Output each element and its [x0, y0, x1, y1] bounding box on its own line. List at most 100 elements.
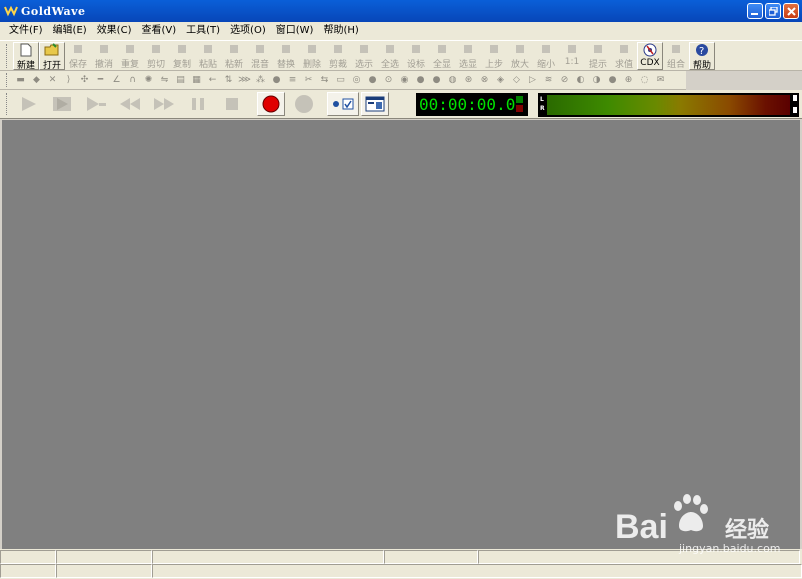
effect-tool-icon[interactable]: ▷	[525, 73, 540, 88]
toolbar-button-replace[interactable]: 替换	[273, 42, 299, 70]
effect-tool-icon[interactable]: ◈	[493, 73, 508, 88]
toolbar-button-cut[interactable]: 剪切	[143, 42, 169, 70]
toolbar-button-zoom-actual[interactable]: 1:1	[559, 42, 585, 70]
effect-tool-icon[interactable]: ◑	[589, 73, 604, 88]
effect-tool-icon[interactable]: ⇋	[157, 73, 172, 88]
toolbar-button-evaluate[interactable]: 求值	[611, 42, 637, 70]
effect-tool-icon[interactable]: ◆	[29, 73, 44, 88]
effect-tool-icon[interactable]: ▦	[189, 73, 204, 88]
effect-tool-icon[interactable]: ◇	[509, 73, 524, 88]
record-button[interactable]	[257, 92, 285, 116]
menu-item-1[interactable]: 编辑(E)	[48, 22, 92, 40]
effect-tool-icon[interactable]: ▭	[333, 73, 348, 88]
effect-tool-icon[interactable]: ◐	[573, 73, 588, 88]
toolbar-button-mix[interactable]: 混音	[247, 42, 273, 70]
status-light-green	[516, 96, 523, 103]
meter-peak-right	[793, 107, 797, 113]
effect-tool-icon[interactable]: ▬	[13, 73, 28, 88]
toolbar-button-delete[interactable]: 删除	[299, 42, 325, 70]
restore-button[interactable]	[765, 3, 781, 19]
effect-tool-icon[interactable]: ∠	[109, 73, 124, 88]
effect-tool-icon[interactable]: ⁂	[253, 73, 268, 88]
effect-tool-icon[interactable]: ●	[365, 73, 380, 88]
menu-item-3[interactable]: 查看(V)	[136, 22, 181, 40]
menu-item-5[interactable]: 选项(O)	[225, 22, 271, 40]
effect-tool-icon[interactable]: ◌	[637, 73, 652, 88]
pause-button[interactable]	[183, 92, 213, 116]
toolbar-button-cd[interactable]: CDX	[637, 41, 663, 70]
menu-item-7[interactable]: 帮助(H)	[318, 22, 363, 40]
effect-tool-icon[interactable]: ≡	[285, 73, 300, 88]
menu-item-4[interactable]: 工具(T)	[181, 22, 225, 40]
effect-tool-icon[interactable]: ⊘	[557, 73, 572, 88]
control-properties-button[interactable]	[327, 92, 359, 116]
toolbar-button-undo[interactable]: 撤消	[91, 42, 117, 70]
toolbar-button-new-file[interactable]: 新建	[13, 41, 39, 71]
title-bar[interactable]: GoldWave	[0, 0, 802, 22]
menu-item-6[interactable]: 窗口(W)	[271, 22, 319, 40]
effect-tool-icon[interactable]: ⇅	[221, 73, 236, 88]
effect-tool-icon[interactable]: ⋙	[237, 73, 252, 88]
toolbar-button-select-all[interactable]: 全选	[377, 42, 403, 70]
toolbar-button-label: 缩小	[536, 59, 555, 70]
main-workspace[interactable]	[2, 120, 800, 549]
toolbar-grip[interactable]	[6, 43, 9, 68]
play-button[interactable]	[13, 92, 43, 116]
play-custom-button[interactable]	[81, 92, 111, 116]
effect-tool-icon[interactable]: ✉	[653, 73, 668, 88]
toolbar-button-label: 帮助	[692, 60, 711, 71]
toolbar-button-redo[interactable]: 重复	[117, 42, 143, 70]
effect-tool-icon[interactable]: ●	[605, 73, 620, 88]
toolbar-button-combine[interactable]: 组合	[663, 42, 689, 70]
control-toolbar-grip[interactable]	[6, 93, 9, 115]
effect-tool-icon[interactable]: ◉	[397, 73, 412, 88]
effect-tool-icon[interactable]: ∩	[125, 73, 140, 88]
minimize-button[interactable]	[747, 3, 763, 19]
rewind-button[interactable]	[115, 92, 145, 116]
window-layout-button[interactable]	[361, 92, 389, 116]
effect-tool-icon[interactable]: ━	[93, 73, 108, 88]
menu-item-0[interactable]: 文件(F)	[4, 22, 48, 40]
toolbar-button-cue[interactable]: 提示	[585, 42, 611, 70]
effect-tool-icon[interactable]: ✣	[77, 73, 92, 88]
effect-tool-icon[interactable]: ⊗	[477, 73, 492, 88]
effect-tool-icon[interactable]: ⟩	[61, 73, 76, 88]
effect-tool-icon[interactable]: ✂	[301, 73, 316, 88]
record-selection-button[interactable]	[289, 92, 319, 116]
stop-button[interactable]	[217, 92, 247, 116]
toolbar-button-set-marker[interactable]: 设标	[403, 42, 429, 70]
close-button[interactable]	[783, 3, 799, 19]
toolbar-button-zoom-in[interactable]: 放大	[507, 42, 533, 70]
effect-tool-icon[interactable]: ✕	[45, 73, 60, 88]
effect-tool-icon[interactable]: ✺	[141, 73, 156, 88]
effect-tool-icon[interactable]: ●	[429, 73, 444, 88]
effect-tool-icon[interactable]: ≋	[541, 73, 556, 88]
effects-toolbar-grip[interactable]	[6, 73, 9, 87]
effect-tool-icon[interactable]: ●	[413, 73, 428, 88]
toolbar-button-previous[interactable]: 上步	[481, 42, 507, 70]
toolbar-button-save[interactable]: 保存	[65, 42, 91, 70]
watermark-url: jingyan.baidu.com	[679, 542, 781, 555]
fast-forward-button[interactable]	[149, 92, 179, 116]
play-selection-button[interactable]	[47, 92, 77, 116]
toolbar-button-show-selection[interactable]: 选显	[455, 42, 481, 70]
effect-tool-icon[interactable]: ←	[205, 73, 220, 88]
toolbar-button-help[interactable]: ? 帮助	[689, 41, 715, 71]
toolbar-button-copy[interactable]: 复制	[169, 42, 195, 70]
effect-tool-icon[interactable]: ⊕	[621, 73, 636, 88]
toolbar-button-open-folder[interactable]: 打开	[39, 41, 65, 71]
effect-tool-icon[interactable]: ▤	[173, 73, 188, 88]
effect-tool-icon[interactable]: ●	[269, 73, 284, 88]
toolbar-button-paste[interactable]: 粘贴	[195, 42, 221, 70]
toolbar-button-paste-new[interactable]: 粘新	[221, 42, 247, 70]
effect-tool-icon[interactable]: ⇆	[317, 73, 332, 88]
toolbar-button-select-view[interactable]: 选示	[351, 42, 377, 70]
toolbar-button-show-all[interactable]: 全显	[429, 42, 455, 70]
toolbar-button-trim[interactable]: 剪裁	[325, 42, 351, 70]
effect-tool-icon[interactable]: ⊙	[381, 73, 396, 88]
effect-tool-icon[interactable]: ◎	[349, 73, 364, 88]
effect-tool-icon[interactable]: ◍	[445, 73, 460, 88]
effect-tool-icon[interactable]: ⊛	[461, 73, 476, 88]
menu-item-2[interactable]: 效果(C)	[92, 22, 137, 40]
toolbar-button-zoom-out[interactable]: 缩小	[533, 42, 559, 70]
